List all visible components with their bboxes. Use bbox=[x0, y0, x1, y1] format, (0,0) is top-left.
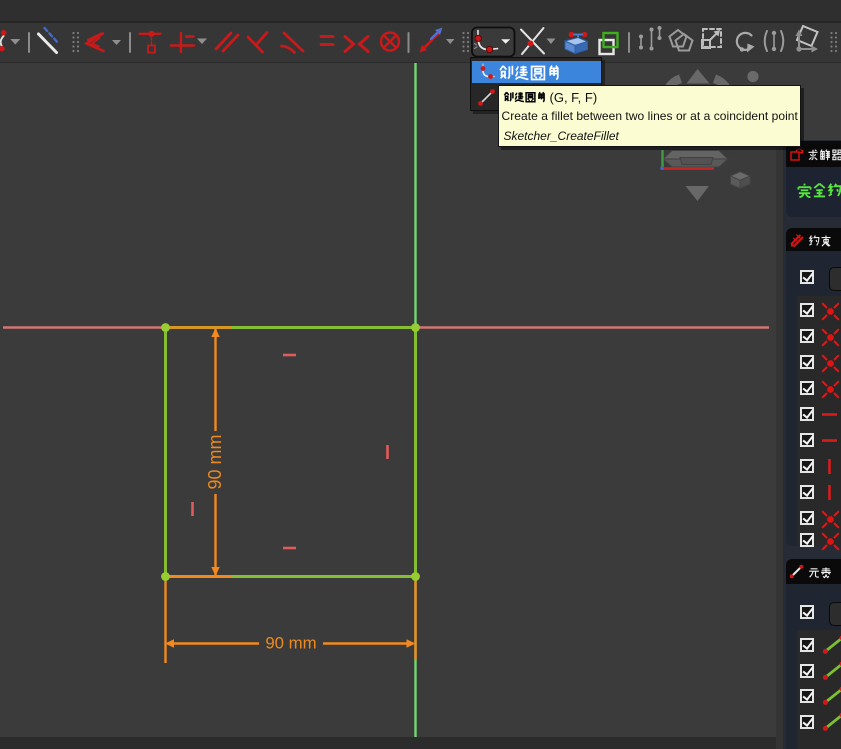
svg-text:90 mm: 90 mm bbox=[205, 434, 225, 489]
svg-text:90 mm: 90 mm bbox=[265, 634, 316, 653]
